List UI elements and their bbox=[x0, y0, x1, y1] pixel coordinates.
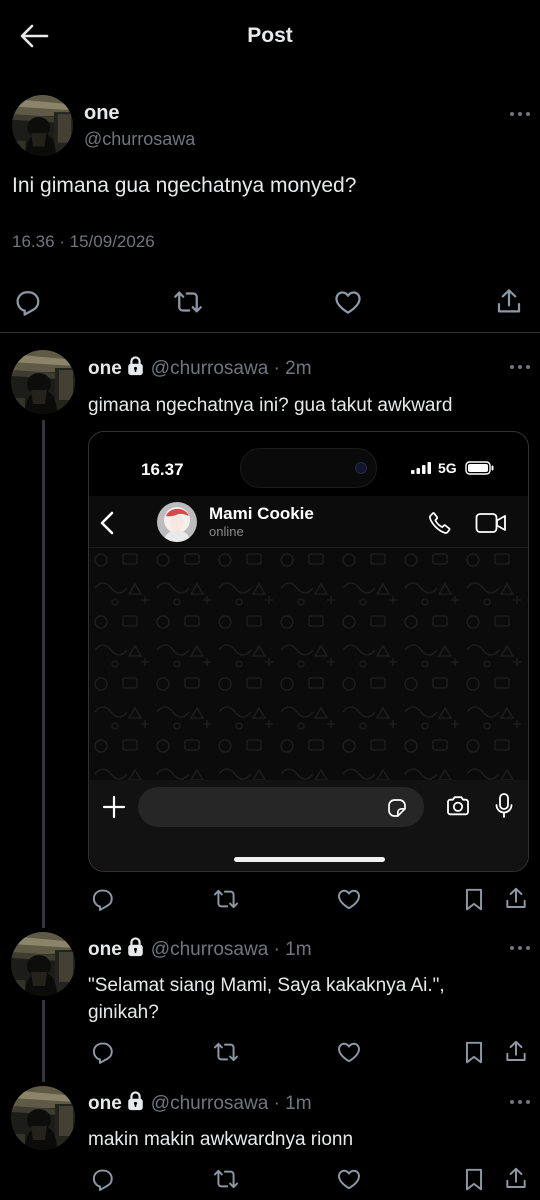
page-title: Post bbox=[247, 24, 293, 47]
divider bbox=[0, 332, 540, 333]
plus-icon[interactable] bbox=[101, 794, 127, 820]
like-icon[interactable] bbox=[333, 287, 363, 317]
reply-time: · 1m bbox=[273, 939, 312, 960]
reply-text: "Selamat siang Mami, Saya kakaknya Ai.",… bbox=[88, 975, 445, 1023]
video-icon[interactable] bbox=[475, 512, 507, 534]
dynamic-island bbox=[240, 448, 377, 488]
share-icon[interactable] bbox=[503, 1165, 529, 1191]
signal-icon bbox=[411, 462, 433, 474]
repost-icon[interactable] bbox=[173, 287, 203, 317]
bookmark-icon[interactable] bbox=[461, 886, 487, 912]
author-name[interactable]: one bbox=[88, 358, 122, 379]
embedded-screenshot[interactable]: 16.37 5G Mami Cookie online bbox=[88, 431, 529, 872]
sticker-icon[interactable] bbox=[386, 797, 408, 819]
thread-line bbox=[42, 1000, 45, 1082]
reply-icon[interactable] bbox=[89, 886, 115, 912]
author-handle[interactable]: @churrosawa bbox=[151, 1093, 269, 1114]
share-icon[interactable] bbox=[503, 885, 529, 911]
like-icon[interactable] bbox=[336, 886, 362, 912]
like-icon[interactable] bbox=[336, 1166, 362, 1192]
share-icon[interactable] bbox=[494, 286, 524, 316]
post-text: Ini gimana gua ngechatnya monyed? bbox=[12, 174, 357, 197]
like-icon[interactable] bbox=[336, 1039, 362, 1065]
chat-background bbox=[89, 548, 528, 780]
lock-icon bbox=[126, 356, 145, 376]
share-icon[interactable] bbox=[503, 1038, 529, 1064]
author-name[interactable]: one bbox=[88, 1093, 122, 1114]
avatar[interactable] bbox=[11, 350, 75, 414]
more-icon[interactable] bbox=[508, 1096, 532, 1108]
reply-header: one @churrosawa · 1m bbox=[88, 937, 312, 961]
avatar[interactable] bbox=[11, 932, 75, 996]
avatar[interactable] bbox=[11, 1086, 75, 1150]
reply-icon[interactable] bbox=[89, 1039, 115, 1065]
chat-header: Mami Cookie online bbox=[89, 496, 528, 548]
author-handle[interactable]: @churrosawa bbox=[151, 358, 269, 379]
chevron-left-icon[interactable] bbox=[97, 510, 117, 536]
reply-text: makin makin awkwardnya rionn bbox=[88, 1129, 354, 1150]
reply-time: · 2m bbox=[273, 358, 312, 379]
repost-icon[interactable] bbox=[213, 886, 239, 912]
reply-header: one @churrosawa · 1m bbox=[88, 1091, 312, 1115]
more-icon[interactable] bbox=[508, 108, 532, 120]
contact-avatar[interactable] bbox=[157, 502, 197, 542]
reply-icon[interactable] bbox=[89, 1166, 115, 1192]
reply-icon[interactable] bbox=[12, 287, 42, 317]
reply-text: gimana ngechatnya ini? gua takut awkward bbox=[88, 395, 453, 416]
post-timestamp: 16.36 · 15/09/2026 bbox=[12, 232, 155, 251]
author-handle[interactable]: @churrosawa bbox=[151, 939, 269, 960]
bookmark-icon[interactable] bbox=[461, 1039, 487, 1065]
repost-icon[interactable] bbox=[213, 1166, 239, 1192]
message-input-bar bbox=[89, 780, 528, 871]
status-time: 16.37 bbox=[141, 460, 184, 479]
more-icon[interactable] bbox=[508, 942, 532, 954]
lock-icon bbox=[126, 937, 145, 957]
reply-time: · 1m bbox=[273, 1093, 312, 1114]
message-field[interactable] bbox=[138, 787, 424, 827]
author-name[interactable]: one bbox=[84, 102, 120, 125]
contact-name[interactable]: Mami Cookie bbox=[209, 504, 314, 524]
mic-icon[interactable] bbox=[493, 792, 515, 820]
thread-line bbox=[42, 420, 45, 928]
reply-header: one @churrosawa · 2m bbox=[88, 356, 312, 380]
camera-icon[interactable] bbox=[445, 794, 471, 818]
bookmark-icon[interactable] bbox=[461, 1166, 487, 1192]
main-post: one @churrosawa Ini gimana gua ngechatny… bbox=[0, 80, 540, 334]
author-handle[interactable]: @churrosawa bbox=[84, 129, 195, 150]
repost-icon[interactable] bbox=[213, 1039, 239, 1065]
avatar[interactable] bbox=[12, 95, 73, 156]
home-indicator bbox=[234, 857, 385, 862]
top-bar: Post bbox=[0, 0, 540, 72]
battery-icon bbox=[465, 461, 495, 475]
phone-icon[interactable] bbox=[427, 510, 453, 536]
network-label: 5G bbox=[438, 460, 457, 476]
contact-status: online bbox=[209, 524, 244, 539]
author-name[interactable]: one bbox=[88, 939, 122, 960]
more-icon[interactable] bbox=[508, 361, 532, 373]
lock-icon bbox=[126, 1091, 145, 1111]
